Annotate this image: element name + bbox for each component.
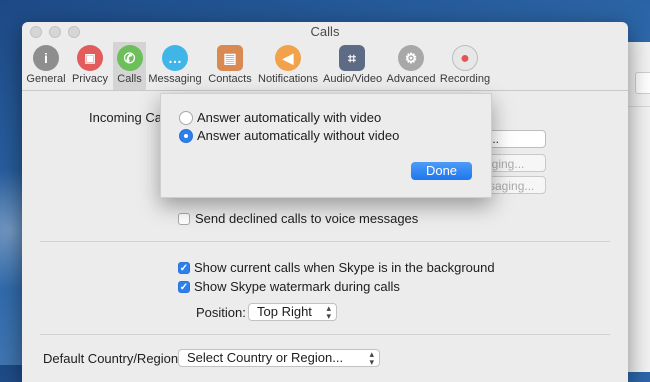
done-button[interactable]: Done bbox=[411, 162, 472, 180]
close-window-button[interactable] bbox=[30, 26, 42, 38]
send-declined-checkbox[interactable] bbox=[178, 213, 190, 225]
megaphone-icon: ◀ bbox=[275, 45, 301, 71]
default-country-label: Default Country/Region: bbox=[43, 351, 182, 366]
tab-calls[interactable]: ✆ Calls bbox=[113, 42, 146, 90]
chat-bubble-icon: … bbox=[162, 45, 188, 71]
tab-audio-video-label: Audio/Video bbox=[323, 73, 383, 85]
tab-contacts[interactable]: ▤ Contacts bbox=[206, 42, 254, 90]
answer-without-video-label[interactable]: Answer automatically without video bbox=[197, 128, 399, 143]
position-select-value: Top Right bbox=[257, 304, 312, 319]
show-watermark-checkbox[interactable]: ✓ bbox=[178, 281, 190, 293]
answer-with-video-label[interactable]: Answer automatically with video bbox=[197, 110, 381, 125]
preferences-window: Calls i General ▣ Privacy ✆ Calls … Mess… bbox=[22, 22, 628, 382]
background-window-field bbox=[635, 72, 650, 94]
country-select-value: Select Country or Region... bbox=[187, 350, 344, 365]
section-divider bbox=[40, 241, 610, 242]
lock-icon: ▣ bbox=[77, 45, 103, 71]
tab-messaging[interactable]: … Messaging bbox=[148, 42, 202, 90]
position-label: Position: bbox=[196, 305, 246, 320]
incoming-calls-label: Incoming Cal bbox=[89, 110, 165, 125]
minimize-window-button[interactable] bbox=[49, 26, 61, 38]
section-divider-2 bbox=[40, 334, 610, 335]
show-current-calls-label[interactable]: Show current calls when Skype is in the … bbox=[194, 260, 495, 275]
chevron-up-down-icon: ▴ ▾ bbox=[369, 349, 374, 367]
answer-with-video-radio[interactable] bbox=[179, 111, 193, 125]
tab-recording-label: Recording bbox=[439, 73, 491, 85]
phone-icon: ✆ bbox=[116, 45, 143, 71]
answer-options-sheet: Answer automatically with video Answer a… bbox=[160, 93, 492, 198]
tab-privacy[interactable]: ▣ Privacy bbox=[68, 42, 112, 90]
show-current-calls-checkbox[interactable]: ✓ bbox=[178, 262, 190, 274]
show-watermark-label[interactable]: Show Skype watermark during calls bbox=[194, 279, 400, 294]
window-title: Calls bbox=[310, 24, 340, 39]
tab-notifications-label: Notifications bbox=[258, 73, 318, 85]
tab-calls-label: Calls bbox=[117, 73, 142, 85]
tab-contacts-label: Contacts bbox=[208, 73, 252, 85]
tab-general-label: General bbox=[26, 73, 66, 85]
info-icon: i bbox=[33, 45, 59, 71]
tab-general[interactable]: i General bbox=[26, 42, 66, 90]
tab-recording[interactable]: ● Recording bbox=[439, 42, 491, 90]
country-select[interactable]: Select Country or Region... ▴ ▾ bbox=[178, 349, 380, 367]
send-declined-label[interactable]: Send declined calls to voice messages bbox=[195, 211, 418, 226]
position-select[interactable]: Top Right ▴ ▾ bbox=[248, 303, 337, 321]
title-bar: Calls bbox=[22, 22, 628, 42]
answer-without-video-radio[interactable] bbox=[179, 129, 193, 143]
tab-messaging-label: Messaging bbox=[148, 73, 202, 85]
address-book-icon: ▤ bbox=[217, 45, 243, 71]
tab-privacy-label: Privacy bbox=[71, 73, 109, 85]
chevron-up-down-icon: ▴ ▾ bbox=[326, 303, 331, 321]
tab-notifications[interactable]: ◀ Notifications bbox=[257, 42, 319, 90]
keypad-icon: ⌗ bbox=[339, 45, 365, 71]
tab-advanced-label: Advanced bbox=[386, 73, 436, 85]
tab-advanced[interactable]: ⚙ Advanced bbox=[386, 42, 436, 90]
zoom-window-button[interactable] bbox=[68, 26, 80, 38]
preferences-toolbar: i General ▣ Privacy ✆ Calls … Messaging … bbox=[22, 42, 628, 91]
tab-audio-video[interactable]: ⌗ Audio/Video bbox=[323, 42, 383, 90]
gear-icon: ⚙ bbox=[398, 45, 424, 71]
record-icon: ● bbox=[452, 45, 478, 71]
